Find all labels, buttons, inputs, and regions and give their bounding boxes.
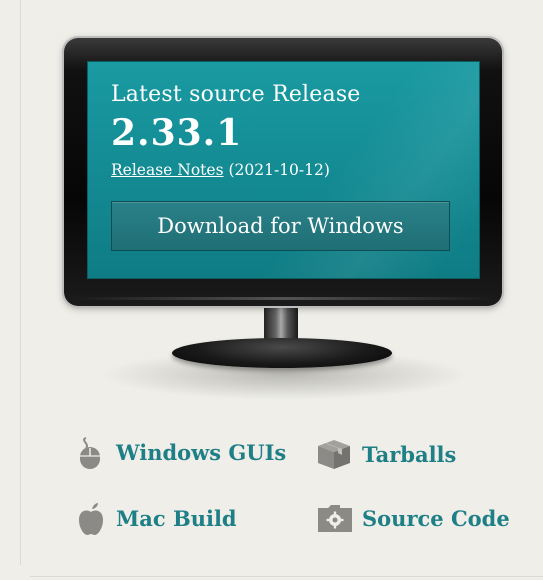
release-notes-line: Release Notes (2021-10-12): [111, 161, 330, 179]
mac-build-link[interactable]: Mac Build: [76, 502, 237, 535]
bottom-divider: [30, 576, 543, 577]
download-for-windows-button[interactable]: Download for Windows: [111, 201, 450, 251]
release-notes-link[interactable]: Release Notes: [111, 161, 224, 179]
mac-build-label: Mac Build: [116, 505, 237, 531]
folder-gear-icon: [316, 502, 352, 534]
source-code-link[interactable]: Source Code: [316, 502, 510, 534]
windows-guis-link[interactable]: Windows GUIs: [76, 436, 287, 469]
apple-icon: [76, 502, 106, 535]
monitor-base: [172, 338, 392, 368]
version-number: 2.33.1: [111, 112, 243, 154]
tarballs-label: Tarballs: [362, 441, 457, 467]
box-icon: [316, 438, 352, 470]
release-heading: Latest source Release: [111, 82, 361, 107]
windows-guis-label: Windows GUIs: [116, 439, 287, 465]
mouse-icon: [76, 436, 106, 469]
tarballs-link[interactable]: Tarballs: [316, 438, 456, 470]
release-date: (2021-10-12): [228, 161, 330, 179]
source-code-label: Source Code: [362, 505, 510, 531]
left-divider: [20, 0, 21, 565]
monitor-screen: Latest source Release 2.33.1 Release Not…: [87, 61, 480, 279]
